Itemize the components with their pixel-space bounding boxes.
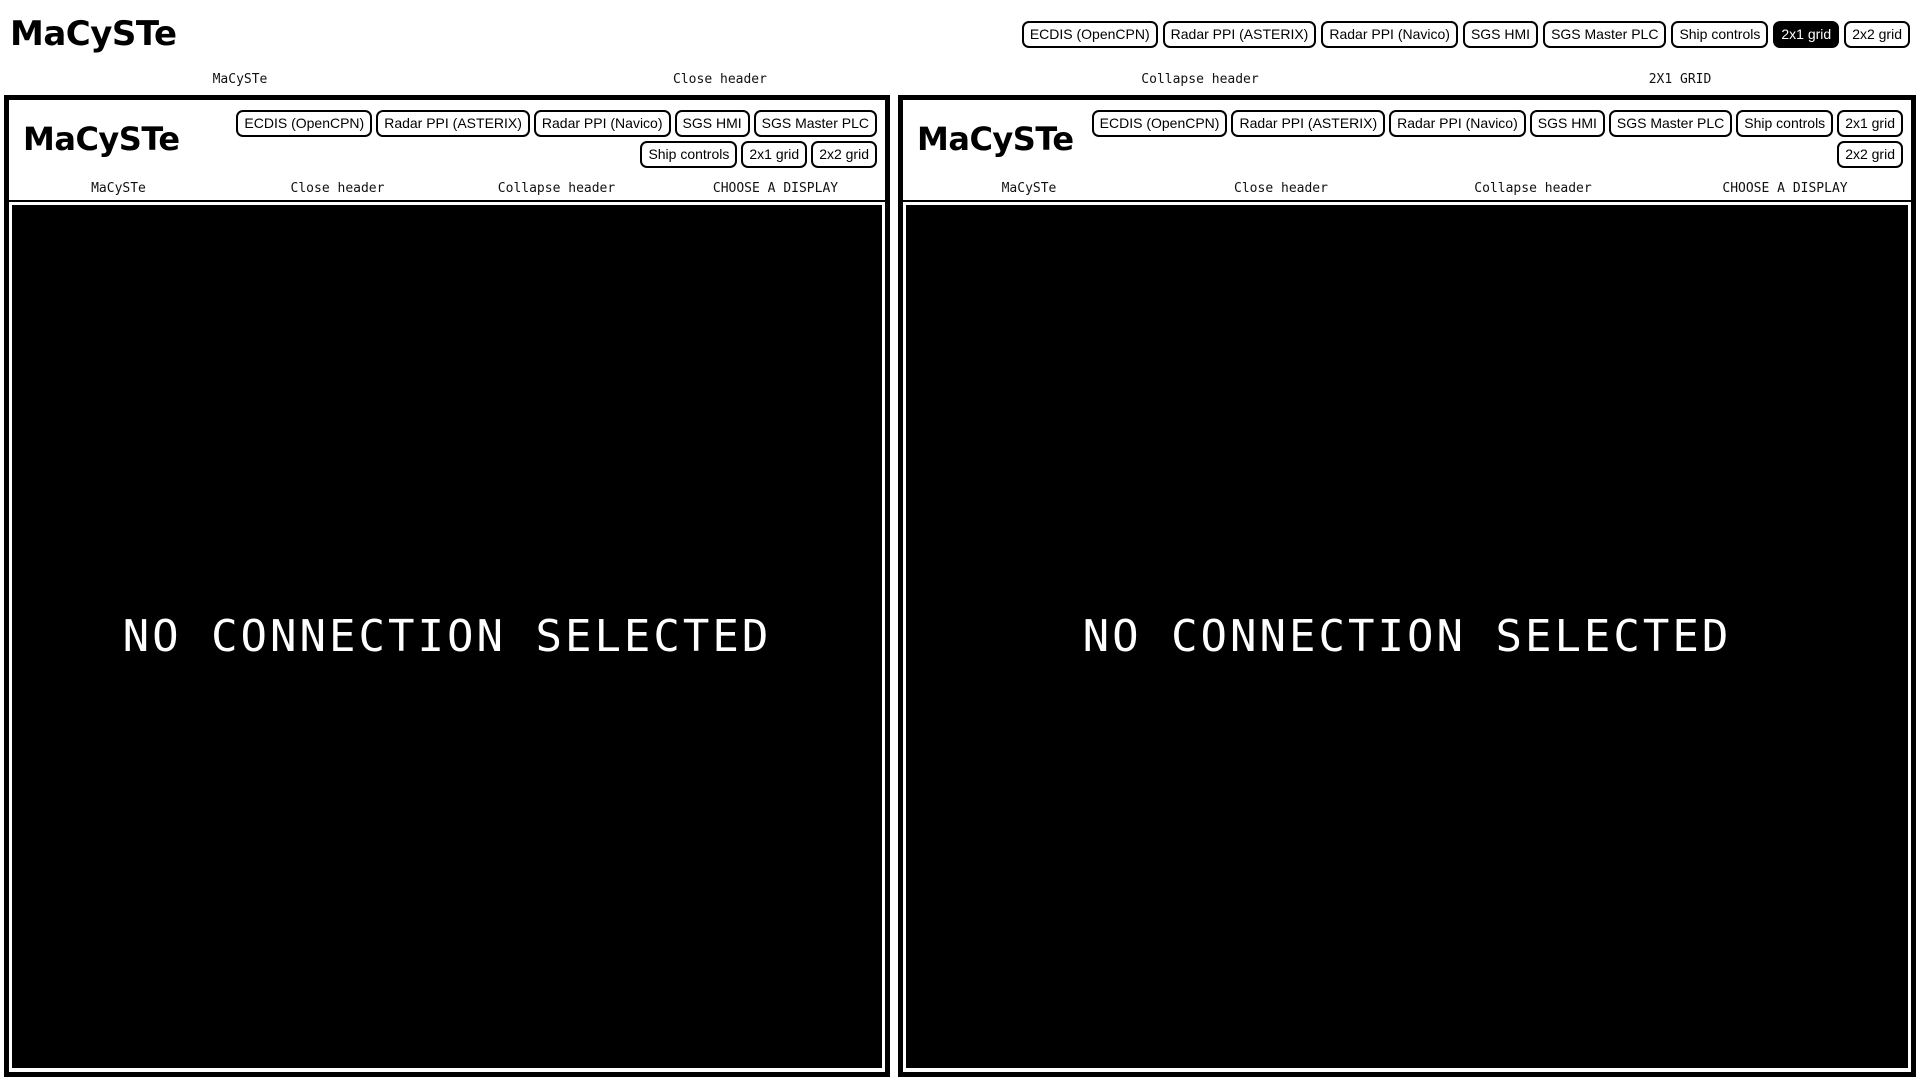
panel-1-label-strip: MaCySTe Close header Collapse header CHOOSE…	[9, 176, 885, 202]
panel-2-no-connection-message: NO CONNECTION SELECTED	[1082, 611, 1732, 662]
panel-1-button-2x1-grid[interactable]: 2x1 grid	[741, 141, 808, 168]
panel-1-header: MaCySTe ECDIS (OpenCPN) Radar PPI (ASTERIX…	[9, 100, 885, 176]
panel-1-label-macyste[interactable]: MaCySTe	[9, 181, 228, 196]
panel-1-button-ship-controls[interactable]: Ship controls	[640, 141, 738, 168]
panel-1-no-connection-message: NO CONNECTION SELECTED	[122, 611, 772, 662]
global-button-ecdis-opencpn[interactable]: ECDIS (OpenCPN)	[1021, 20, 1158, 48]
global-label-strip: MaCySTe Close header Collapse header 2X1 GR…	[0, 68, 1920, 90]
panel-2-button-2x1-grid[interactable]: 2x1 grid	[1837, 110, 1903, 137]
global-button-ship-controls[interactable]: Ship controls	[1671, 20, 1769, 48]
global-button-2x1-grid[interactable]: 2x1 grid	[1773, 20, 1840, 48]
global-label-macyste[interactable]: MaCySTe	[0, 72, 480, 87]
panel-1-button-sgs-master-plc[interactable]: SGS Master PLC	[753, 110, 877, 137]
panel-2-button-ship-controls[interactable]: Ship controls	[1736, 110, 1834, 137]
panel-2-button-sgs-master-plc[interactable]: SGS Master PLC	[1608, 110, 1733, 137]
global-header: MaCySTe ECDIS (OpenCPN) Radar PPI (ASTERI…	[0, 0, 1920, 68]
panel-1-label-choose-a-display[interactable]: CHOOSE A DISPLAY	[666, 181, 885, 196]
display-panel-2: MaCySTe ECDIS (OpenCPN) Radar PPI (ASTERIX…	[898, 95, 1916, 1077]
panel-1-button-sgs-hmi[interactable]: SGS HMI	[674, 110, 750, 137]
panel-1-button-ecdis-opencpn[interactable]: ECDIS (OpenCPN)	[236, 110, 373, 137]
panel-2-title: MaCySTe	[917, 120, 1074, 158]
display-panel-1: MaCySTe ECDIS (OpenCPN) Radar PPI (ASTERIX…	[4, 95, 890, 1077]
global-button-sgs-hmi[interactable]: SGS HMI	[1462, 20, 1539, 48]
panel-2-connection-button-row: ECDIS (OpenCPN) Radar PPI (ASTERIX) Radar …	[1074, 110, 1903, 168]
panel-1-button-radar-ppi-navico[interactable]: Radar PPI (Navico)	[533, 110, 671, 137]
panel-2-label-choose-a-display[interactable]: CHOOSE A DISPLAY	[1659, 181, 1911, 196]
global-label-close-header[interactable]: Close header	[480, 72, 960, 87]
panel-2-viewport[interactable]: NO CONNECTION SELECTED	[906, 205, 1908, 1068]
panel-2-button-radar-ppi-asterix[interactable]: Radar PPI (ASTERIX)	[1231, 110, 1386, 137]
panel-1-label-close-header[interactable]: Close header	[228, 181, 447, 196]
panel-2-button-ecdis-opencpn[interactable]: ECDIS (OpenCPN)	[1091, 110, 1228, 137]
panel-2-label-macyste[interactable]: MaCySTe	[903, 181, 1155, 196]
panel-1-label-collapse-header[interactable]: Collapse header	[447, 181, 666, 196]
panel-1-button-radar-ppi-asterix[interactable]: Radar PPI (ASTERIX)	[376, 110, 530, 137]
panel-2-header: MaCySTe ECDIS (OpenCPN) Radar PPI (ASTERIX…	[903, 100, 1911, 176]
panel-2-label-close-header[interactable]: Close header	[1155, 181, 1407, 196]
panel-2-label-strip: MaCySTe Close header Collapse header CHOOSE…	[903, 176, 1911, 202]
global-label-collapse-header[interactable]: Collapse header	[960, 72, 1440, 87]
app-root: MaCySTe ECDIS (OpenCPN) Radar PPI (ASTERI…	[0, 0, 1920, 1080]
panel-2-button-sgs-hmi[interactable]: SGS HMI	[1529, 110, 1605, 137]
panel-1-viewport[interactable]: NO CONNECTION SELECTED	[12, 205, 882, 1068]
global-button-sgs-master-plc[interactable]: SGS Master PLC	[1543, 20, 1667, 48]
global-button-2x2-grid[interactable]: 2x2 grid	[1844, 20, 1910, 48]
panel-1-connection-button-row: ECDIS (OpenCPN) Radar PPI (ASTERIX) Radar …	[187, 110, 877, 168]
panel-1-button-2x2-grid[interactable]: 2x2 grid	[811, 141, 877, 168]
global-button-radar-ppi-navico[interactable]: Radar PPI (Navico)	[1321, 20, 1458, 48]
panel-2-button-2x2-grid[interactable]: 2x2 grid	[1837, 141, 1903, 168]
panel-2-label-collapse-header[interactable]: Collapse header	[1407, 181, 1659, 196]
global-label-2x1-grid[interactable]: 2X1 GRID	[1440, 72, 1920, 87]
panel-1-title: MaCySTe	[23, 120, 180, 158]
global-connection-button-row: ECDIS (OpenCPN) Radar PPI (ASTERIX) Radar …	[1021, 20, 1910, 48]
display-grid: MaCySTe ECDIS (OpenCPN) Radar PPI (ASTERIX…	[4, 95, 1916, 1077]
panel-2-button-radar-ppi-navico[interactable]: Radar PPI (Navico)	[1389, 110, 1526, 137]
page-title: MaCySTe	[10, 14, 177, 54]
global-button-radar-ppi-asterix[interactable]: Radar PPI (ASTERIX)	[1162, 20, 1317, 48]
